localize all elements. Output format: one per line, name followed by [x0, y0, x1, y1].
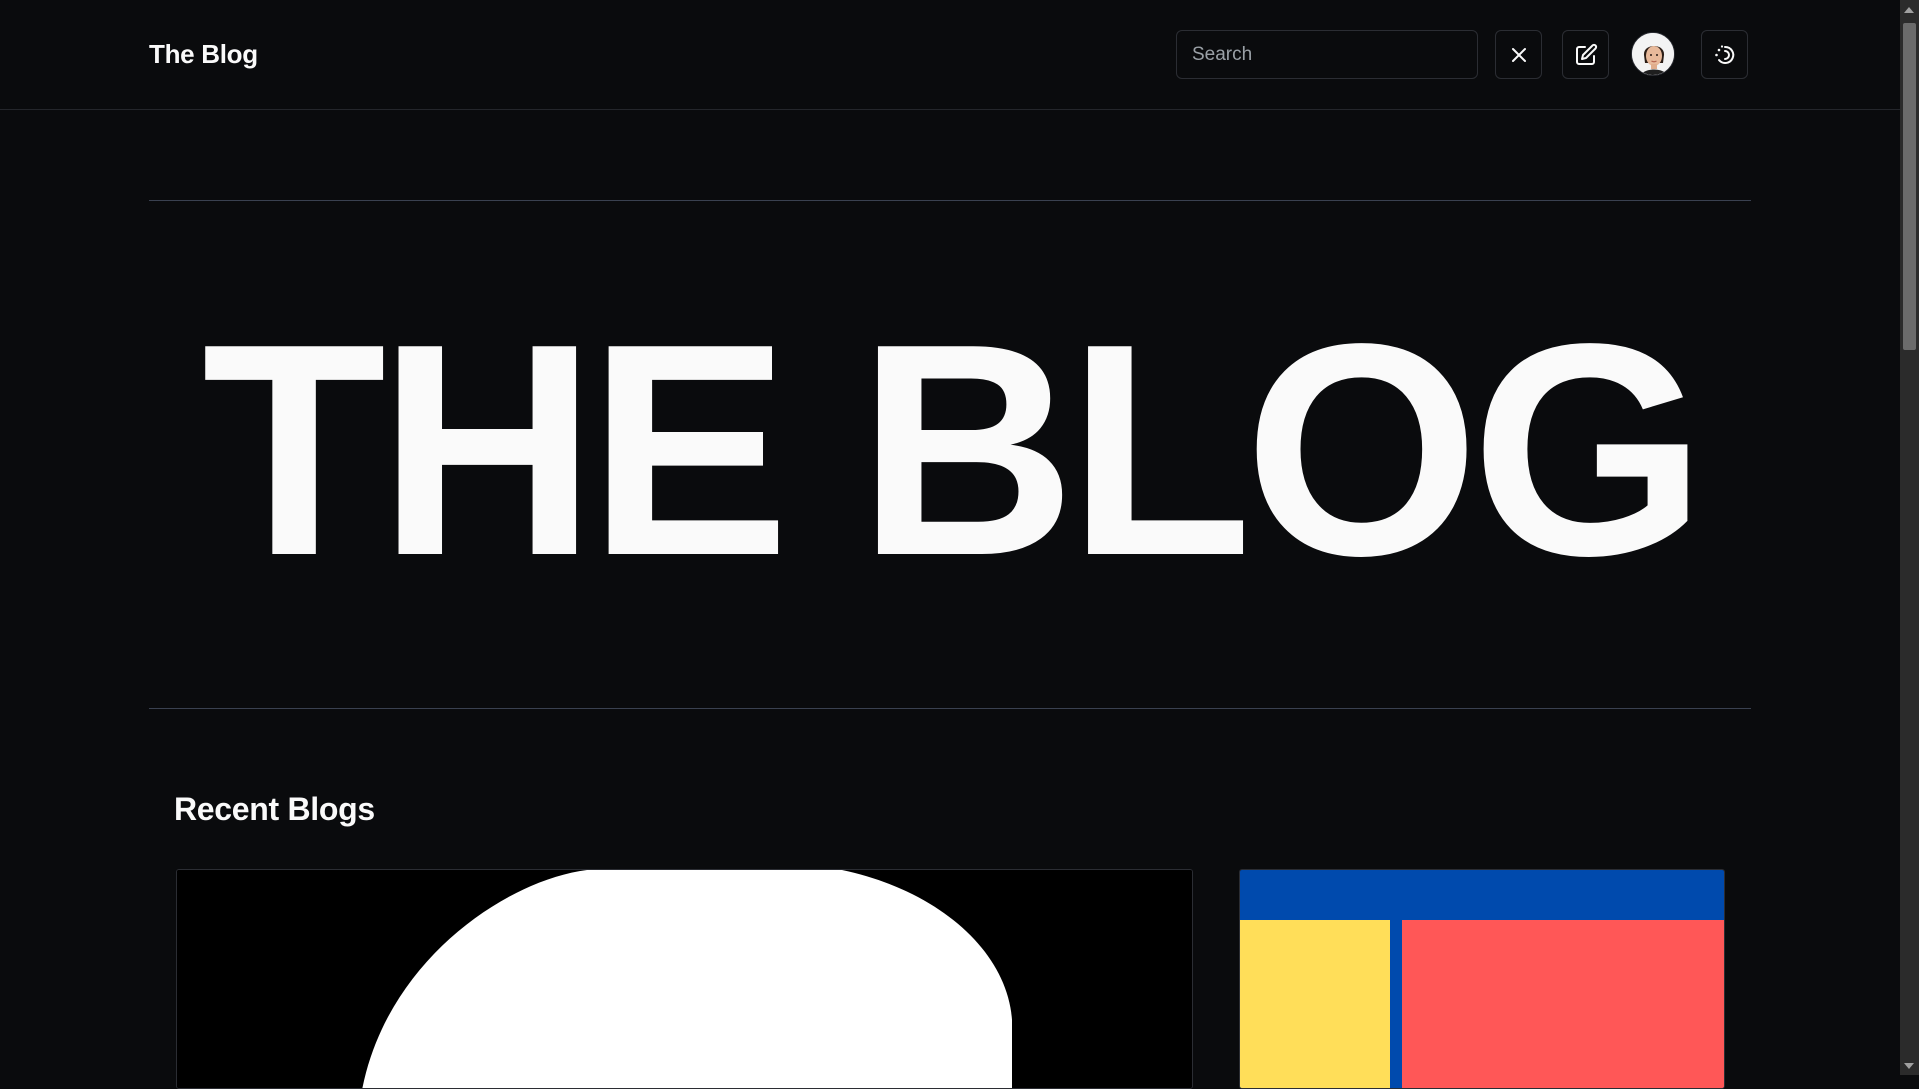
page-scrollbar[interactable] — [1900, 0, 1919, 1075]
avatar — [1632, 33, 1674, 75]
hero-bottom-divider — [149, 708, 1751, 709]
close-icon — [1511, 47, 1526, 62]
blog-card-image — [177, 870, 1192, 1088]
blog-card-featured[interactable] — [176, 869, 1193, 1089]
scrollbar-thumb[interactable] — [1903, 23, 1916, 350]
brand-title[interactable]: The Blog — [149, 39, 258, 70]
theme-toggle-icon — [1714, 44, 1734, 64]
scroll-down-arrow-icon[interactable] — [1904, 1063, 1914, 1069]
clear-search-button[interactable] — [1495, 30, 1542, 79]
top-navigation-bar: The Blog — [0, 0, 1900, 110]
write-post-button[interactable] — [1562, 30, 1609, 79]
recent-blogs-heading: Recent Blogs — [174, 791, 375, 827]
theme-toggle-button[interactable] — [1701, 30, 1748, 79]
blog-card-image — [1240, 870, 1724, 1088]
hero-top-divider — [149, 200, 1751, 201]
edit-icon — [1575, 43, 1597, 65]
search-input[interactable] — [1176, 30, 1478, 79]
blog-card-secondary[interactable] — [1239, 869, 1725, 1089]
user-avatar[interactable] — [1631, 32, 1675, 76]
hero-title: THE BLOG — [201, 281, 1706, 618]
scroll-up-arrow-icon[interactable] — [1904, 7, 1914, 13]
